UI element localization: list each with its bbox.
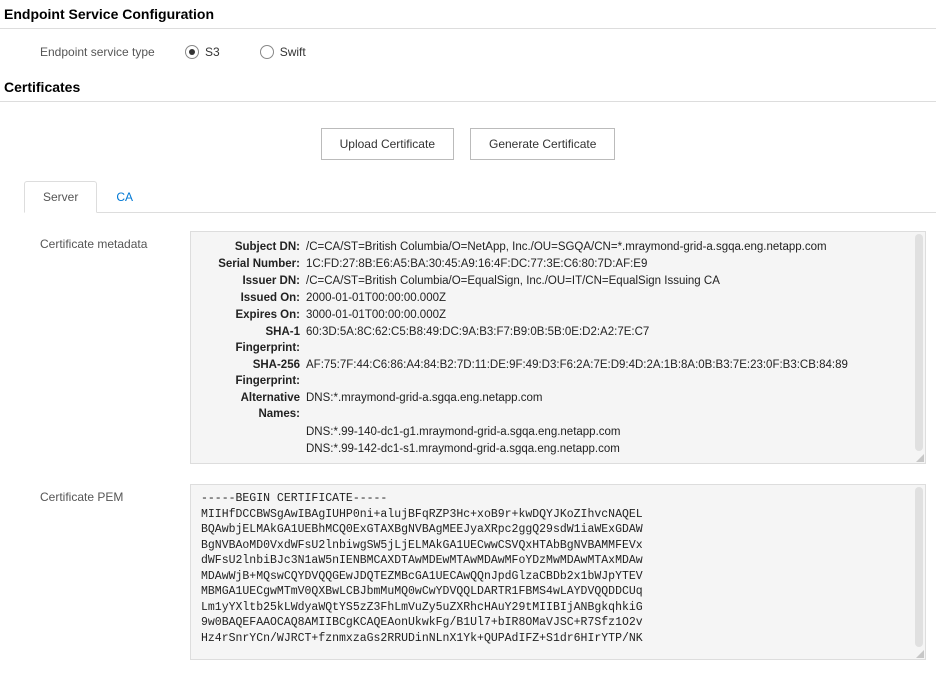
certificate-button-row: Upload Certificate Generate Certificate (0, 110, 936, 180)
radio-icon (185, 45, 199, 59)
certificates-header: Certificates (0, 73, 936, 102)
cert-tabs-container: Server CA Certificate metadata Subject D… (0, 180, 936, 660)
meta-key: Serial Number: (201, 256, 306, 272)
radio-icon (260, 45, 274, 59)
resize-handle-icon[interactable] (914, 648, 924, 658)
meta-key: Expires On: (201, 307, 306, 323)
certificate-metadata-box[interactable]: Subject DN:/C=CA/ST=British Columbia/O=N… (190, 231, 926, 464)
meta-val: /C=CA/ST=British Columbia/O=EqualSign, I… (306, 273, 732, 289)
certificate-metadata-block: Certificate metadata Subject DN:/C=CA/ST… (40, 231, 936, 464)
radio-label-s3: S3 (205, 45, 220, 59)
endpoint-type-radio-group: S3 Swift (185, 45, 306, 59)
resize-handle-icon[interactable] (914, 452, 924, 462)
certificate-metadata-label: Certificate metadata (40, 231, 190, 251)
radio-option-s3[interactable]: S3 (185, 45, 220, 59)
meta-key: SHA-1 Fingerprint: (201, 324, 306, 356)
generate-certificate-button[interactable]: Generate Certificate (470, 128, 615, 160)
tab-content-server: Certificate metadata Subject DN:/C=CA/ST… (24, 213, 936, 660)
certificate-pem-label: Certificate PEM (40, 484, 190, 504)
upload-certificate-button[interactable]: Upload Certificate (321, 128, 454, 160)
meta-key: Subject DN: (201, 239, 306, 255)
meta-val: DNS:*.99-140-dc1-g1.mraymond-grid-a.sgqa… (306, 424, 633, 440)
endpoint-type-label: Endpoint service type (40, 45, 185, 59)
meta-val: DNS:*.mraymond-grid-a.sgqa.eng.netapp.co… (306, 390, 555, 406)
meta-val: 60:3D:5A:8C:62:C5:B8:49:DC:9A:B3:F7:B9:0… (306, 324, 661, 340)
meta-key: SHA-256 Fingerprint: (201, 357, 306, 389)
cert-tabs: Server CA (24, 180, 936, 213)
radio-option-swift[interactable]: Swift (260, 45, 306, 59)
endpoint-type-row: Endpoint service type S3 Swift (0, 37, 936, 73)
meta-val: DNS:*.99-142-dc1-s1.mraymond-grid-a.sgqa… (306, 441, 632, 457)
tab-server[interactable]: Server (24, 181, 97, 213)
meta-key: Issuer DN: (201, 273, 306, 289)
tab-ca[interactable]: CA (97, 181, 152, 213)
endpoint-config-header: Endpoint Service Configuration (0, 0, 936, 29)
meta-key: Issued On: (201, 290, 306, 306)
meta-val: AF:75:7F:44:C6:86:A4:84:B2:7D:11:DE:9F:4… (306, 357, 860, 373)
meta-val: 1C:FD:27:8B:E6:A5:BA:30:45:A9:16:4F:DC:7… (306, 256, 659, 272)
meta-val: /C=CA/ST=British Columbia/O=NetApp, Inc.… (306, 239, 839, 255)
meta-val: 2000-01-01T00:00:00.000Z (306, 290, 458, 306)
meta-val: 3000-01-01T00:00:00.000Z (306, 307, 458, 323)
radio-label-swift: Swift (280, 45, 306, 59)
meta-key: Alternative Names: (201, 390, 306, 422)
